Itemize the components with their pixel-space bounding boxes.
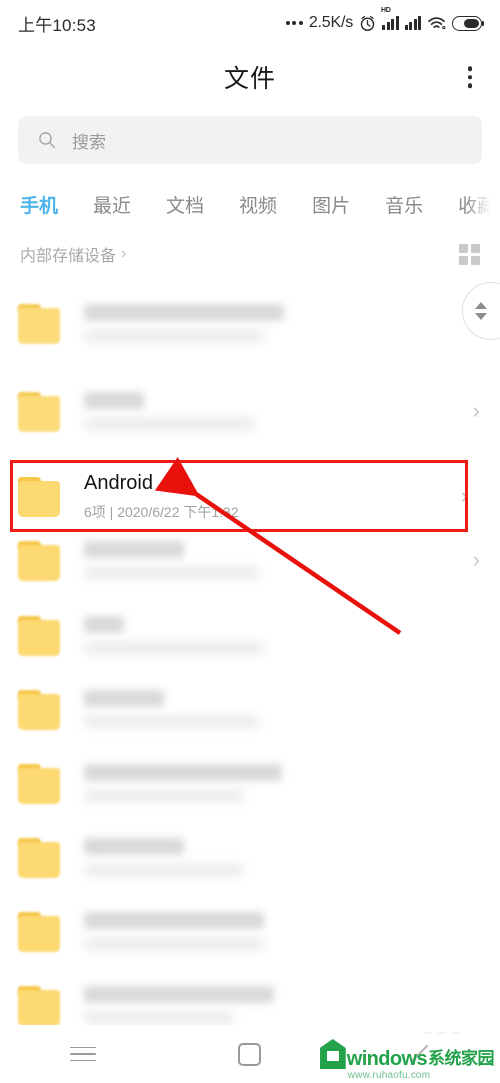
list-item-texts [84,986,480,1024]
list-item-texts [84,690,480,728]
list-item-name-redacted [84,541,184,558]
list-item-name-redacted [84,616,124,633]
list-item-name-redacted [84,912,264,929]
tab-favorites[interactable]: 收藏 [458,191,496,218]
folder-icon [18,836,62,878]
list-item-meta-redacted [84,938,264,950]
folder-icon [18,984,62,1026]
list-item-name-redacted [84,838,184,855]
list-item-texts [84,912,480,950]
list-item-name-redacted [84,764,282,781]
watermark-brand-cn: 系统家园 [428,1049,495,1068]
chevron-right-icon: › [121,245,127,262]
wifi-icon [428,16,446,29]
watermark: ∽∽∽ windows 系统家园 www.ruhaofu.com [319,1025,495,1081]
list-item-meta-redacted [84,716,259,728]
list-item-meta-redacted [84,418,254,430]
tab-phone[interactable]: 手机 [20,191,58,218]
folder-icon [18,910,62,952]
list-item[interactable] [0,672,500,746]
tab-videos[interactable]: 视频 [239,191,277,218]
windows-house-logo-icon [319,1039,346,1069]
watermark-url: www.ruhaofu.com [347,1070,431,1081]
list-item-meta: 6项 | 2020/6/22 下午1:32 [84,503,239,520]
page-title: 文件 [223,65,276,93]
breadcrumb-bar: 内部存储设备 › [0,230,500,278]
recents-button[interactable] [53,1034,113,1074]
search-placeholder: 搜索 [72,132,106,152]
folder-icon [18,762,62,804]
breadcrumb-label: 内部存储设备 [20,248,117,265]
list-item-meta-redacted [84,567,259,579]
list-item-texts [84,616,480,654]
hamburger-icon [70,1046,97,1062]
list-item-name-redacted [84,986,274,1003]
alarm-clock-icon [360,15,375,31]
folder-icon [18,614,62,656]
list-item-meta-redacted [84,642,264,654]
battery-icon [452,15,484,31]
home-button[interactable] [220,1034,280,1074]
chevron-right-icon: › [460,483,468,508]
chevron-right-icon: › [472,547,480,572]
title-bar: 文件 [0,46,500,108]
list-item[interactable] [0,598,500,672]
list-item[interactable]: › [0,522,500,598]
status-bar: 上午10:53 2.5K/s HD [0,0,500,46]
tab-images[interactable]: 图片 [312,191,350,218]
tab-music[interactable]: 音乐 [385,191,423,218]
signal-icon [404,16,421,30]
folder-icon [18,688,62,730]
list-item[interactable] [0,746,500,820]
list-item-texts [84,838,480,876]
list-item[interactable] [0,894,500,968]
list-item-meta-redacted [84,330,264,342]
watermark-brand-en: windows [346,1048,428,1070]
list-item[interactable]: › [0,368,500,454]
file-manager-screen: 上午10:53 2.5K/s HD 文件 搜索 手机 最近 文档 视频 图片 音… [0,0,500,1083]
chevron-right-icon: › [472,398,480,423]
list-item[interactable] [0,820,500,894]
list-item-name-redacted [84,392,144,409]
folder-icon [18,475,62,517]
three-dots-icon [285,21,303,25]
hd-label: HD [381,7,391,14]
kebab-menu-icon[interactable] [462,60,479,94]
list-item-meta-redacted [84,1012,234,1024]
search-icon [39,132,56,149]
triangle-up-icon [475,302,487,309]
list-item-name: Android [84,471,153,494]
list-item-meta-redacted [84,790,244,802]
watermark-ghost-mark: ∽∽∽ [422,1025,464,1040]
folder-icon [18,390,62,432]
tab-documents[interactable]: 文档 [166,191,204,218]
watermark-brand-row: windows 系统家园 [319,1039,495,1070]
list-item-name-redacted [84,304,284,321]
list-item[interactable]: › [0,278,500,368]
category-tabs: 手机 最近 文档 视频 图片 音乐 收藏 [0,180,500,228]
network-speed-text: 2.5K/s [308,14,353,31]
list-item-texts [84,541,465,579]
square-home-icon [238,1042,262,1066]
list-item-texts: Android 6项 | 2020/6/22 下午1:32 [84,471,453,522]
folder-icon [18,539,62,581]
triangle-down-icon [475,313,487,320]
list-item-texts [84,304,465,342]
list-item-meta-redacted [84,864,244,876]
list-item[interactable] [0,968,500,1030]
breadcrumb[interactable]: 内部存储设备 › [20,242,126,266]
tab-recent[interactable]: 最近 [93,191,131,218]
status-icons: 2.5K/s HD [285,7,484,32]
list-item-android[interactable]: Android 6项 | 2020/6/22 下午1:32 › [10,460,468,532]
folder-icon [18,302,62,344]
signal-hd-icon: HD [381,7,399,30]
list-item-name-redacted [84,690,164,707]
grid-view-icon[interactable] [459,243,480,265]
search-input[interactable]: 搜索 [18,116,482,164]
status-time: 上午10:53 [18,15,96,35]
search-bar-wrapper: 搜索 [18,116,482,164]
list-item-texts [84,764,480,802]
list-item-texts [84,392,465,430]
file-list[interactable]: › › › [0,278,500,1030]
